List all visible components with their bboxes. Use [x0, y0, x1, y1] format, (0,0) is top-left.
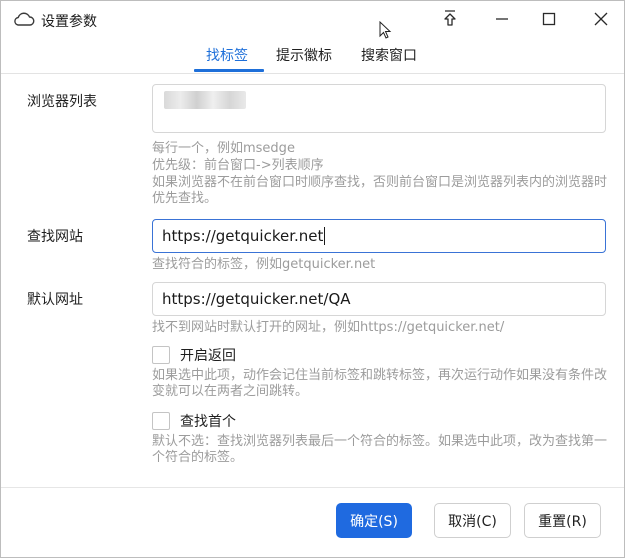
default-url-input[interactable]: https://getquicker.net/QA: [152, 282, 606, 316]
minimize-button[interactable]: [487, 7, 517, 33]
pin-icon: [442, 9, 458, 31]
find-first-hint: 默认不选：查找浏览器列表最后一个符合的标签。如果选中此项，改为查找第一个符合的标…: [152, 434, 608, 465]
maximize-icon: [542, 11, 556, 30]
close-icon: [594, 11, 608, 30]
find-first-checkbox[interactable]: [152, 412, 170, 430]
footer-divider: [1, 487, 624, 488]
active-tab-indicator: [194, 69, 264, 72]
find-site-hint: 查找符合的标签，例如getquicker.net: [152, 257, 376, 272]
browser-list-label: 浏览器列表: [27, 94, 97, 110]
tab-find-tab[interactable]: 找标签: [206, 45, 248, 65]
find-site-value: https://getquicker.net: [162, 227, 324, 245]
enable-return-label: 开启返回: [180, 348, 236, 364]
browser-list-hint-3: 如果浏览器不在前台窗口时顺序查找，否则前台窗口是浏览器列表内的浏览器时优先查找。: [152, 175, 608, 206]
close-button[interactable]: [586, 7, 616, 33]
tab-badge-hint[interactable]: 提示徽标: [276, 45, 332, 65]
default-url-value: https://getquicker.net/QA: [162, 290, 351, 308]
default-url-hint: 找不到网站时默认打开的网址，例如https://getquicker.net/: [152, 320, 505, 335]
find-site-input[interactable]: https://getquicker.net: [152, 219, 606, 253]
browser-list-textarea[interactable]: [152, 84, 606, 133]
tab-search-window[interactable]: 搜索窗口: [361, 45, 417, 65]
settings-window: 设置参数 找标签 提示徽标 搜索窗口 浏览器列表 每行一个，例如msedge 优…: [0, 0, 625, 558]
tab-bar: 找标签 提示徽标 搜索窗口: [1, 43, 624, 73]
find-site-label: 查找网站: [27, 229, 83, 245]
ok-button[interactable]: 确定(S): [336, 503, 412, 538]
default-url-label: 默认网址: [27, 292, 83, 308]
enable-return-checkbox[interactable]: [152, 346, 170, 364]
enable-return-checkbox-row[interactable]: 开启返回: [152, 345, 236, 365]
find-first-checkbox-row[interactable]: 查找首个: [152, 411, 236, 431]
mouse-cursor-icon: [379, 20, 393, 41]
blurred-browser-entry: [164, 91, 246, 109]
cloud-icon: [13, 10, 35, 28]
minimize-icon: [495, 11, 509, 30]
find-first-label: 查找首个: [180, 414, 236, 430]
maximize-button[interactable]: [534, 7, 564, 33]
reset-button[interactable]: 重置(R): [524, 503, 601, 538]
pin-button[interactable]: [435, 7, 465, 33]
cancel-button[interactable]: 取消(C): [434, 503, 511, 538]
window-title: 设置参数: [41, 14, 97, 30]
enable-return-hint: 如果选中此项，动作会记住当前标签和跳转标签，再次运行动作如果没有条件改变就可以在…: [152, 368, 608, 399]
browser-list-hint-2: 优先级：前台窗口->列表顺序: [152, 158, 324, 173]
text-caret: [324, 227, 326, 245]
tabs-divider: [1, 73, 624, 74]
title-bar: 设置参数: [1, 1, 624, 39]
browser-list-hint-1: 每行一个，例如msedge: [152, 141, 295, 156]
